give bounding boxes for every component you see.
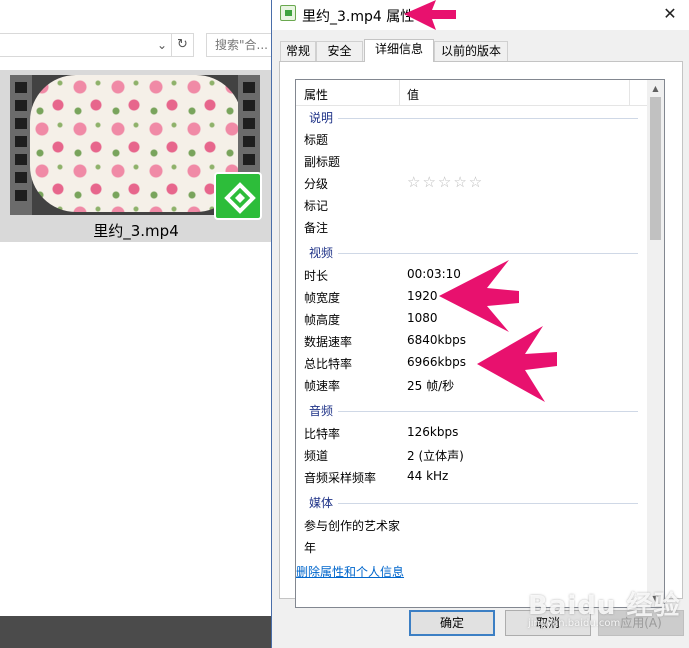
property-name: 备注 — [304, 221, 329, 235]
taskbar-strip — [0, 616, 272, 648]
property-name: 帧速率 — [304, 379, 341, 393]
property-name: 音频采样频率 — [304, 471, 377, 485]
property-row[interactable]: 比特率 126kbps — [296, 422, 648, 444]
column-header-value[interactable]: 值 — [407, 86, 419, 103]
scroll-up-arrow-icon[interactable]: ▲ — [647, 80, 664, 97]
property-name: 频道 — [304, 449, 329, 463]
property-row[interactable]: 总比特率 6966kbps — [296, 352, 648, 374]
rating-stars[interactable]: ☆☆☆☆☆ — [407, 173, 484, 191]
ok-button[interactable]: 确定 — [409, 610, 495, 636]
column-divider[interactable] — [399, 80, 400, 106]
property-value: 25 帧/秒 — [407, 379, 455, 393]
annotation-arrow-bitrate — [477, 326, 557, 402]
list-header: 属性 值 — [296, 80, 648, 106]
film-strip-left — [10, 75, 32, 215]
property-row[interactable]: 音频采样频率 44 kHz — [296, 466, 648, 488]
dialog-titlebar[interactable]: 里约_3.mp4 属性 ✕ — [272, 0, 689, 30]
group-label: 视频 — [309, 246, 334, 260]
group-header-description: 说明 — [296, 106, 648, 128]
property-name: 分级 — [304, 177, 329, 191]
group-divider — [338, 253, 638, 254]
tab-details[interactable]: 详细信息 — [364, 39, 434, 62]
column-divider[interactable] — [629, 80, 630, 106]
file-item-selected[interactable]: 里约_3.mp4 — [0, 70, 272, 242]
property-row[interactable]: 分级 ☆☆☆☆☆ — [296, 172, 648, 194]
property-value: 6840kbps — [407, 333, 466, 347]
property-name: 数据速率 — [304, 335, 353, 349]
property-name: 参与创作的艺术家 — [304, 519, 401, 533]
group-label: 媒体 — [309, 496, 334, 510]
property-value: 1080 — [407, 311, 438, 325]
property-name: 副标题 — [304, 155, 341, 169]
group-header-audio: 音频 — [296, 399, 648, 421]
group-divider — [338, 118, 638, 119]
property-name: 标题 — [304, 133, 329, 147]
dialog-title: 里约_3.mp4 属性 — [302, 9, 415, 25]
refresh-button[interactable]: ↻ — [172, 33, 194, 57]
property-value: 126kbps — [407, 425, 459, 439]
group-divider — [338, 411, 638, 412]
remove-properties-link[interactable]: 删除属性和个人信息 — [296, 563, 404, 580]
property-name: 年 — [304, 541, 317, 555]
property-row[interactable]: 帧速率 25 帧/秒 — [296, 374, 648, 396]
watermark-logo: Baidu 经验 jingyan.baidu.com — [528, 591, 681, 629]
property-row[interactable]: 副标题 — [296, 150, 648, 172]
vertical-scrollbar[interactable]: ▲ ▼ — [647, 80, 664, 607]
property-row[interactable]: 参与创作的艺术家 — [296, 514, 648, 536]
column-header-property[interactable]: 属性 — [304, 86, 328, 103]
group-label: 说明 — [309, 111, 334, 125]
property-row[interactable]: 年 — [296, 536, 648, 558]
property-value: 2 (立体声) — [407, 449, 464, 463]
property-row[interactable]: 备注 — [296, 216, 648, 238]
tab-previous-versions[interactable]: 以前的版本 — [434, 41, 508, 61]
chevron-down-icon[interactable]: ⌄ — [157, 38, 167, 52]
property-value: 44 kHz — [407, 469, 449, 483]
video-file-icon — [280, 5, 296, 21]
file-explorer-window: ⌄ ↻ 搜索"合... 里约_3.mp4 — [0, 0, 272, 648]
property-value: 6966kbps — [407, 355, 466, 369]
property-row[interactable]: 标记 — [296, 194, 648, 216]
property-name: 帧宽度 — [304, 291, 341, 305]
video-app-badge-icon — [214, 172, 262, 220]
group-label: 音频 — [309, 404, 334, 418]
scrollbar-thumb[interactable] — [650, 97, 661, 240]
property-name: 总比特率 — [304, 357, 353, 371]
property-row[interactable]: 频道 2 (立体声) — [296, 444, 648, 466]
property-row[interactable]: 标题 — [296, 128, 648, 150]
property-value: 1920 — [407, 289, 438, 303]
address-bar[interactable]: ⌄ — [0, 33, 172, 57]
annotation-arrow-title — [404, 0, 456, 30]
property-name: 标记 — [304, 199, 329, 213]
property-name: 比特率 — [304, 427, 341, 441]
close-button[interactable]: ✕ — [660, 4, 680, 23]
annotation-arrow-width — [439, 260, 519, 332]
group-header-media: 媒体 — [296, 491, 648, 513]
file-name-label: 里约_3.mp4 — [93, 222, 179, 240]
tab-general[interactable]: 常规 — [280, 41, 316, 61]
floral-image — [30, 75, 242, 212]
property-name: 帧高度 — [304, 313, 341, 327]
group-divider — [338, 503, 638, 504]
tab-security[interactable]: 安全 — [316, 41, 363, 61]
property-name: 时长 — [304, 269, 329, 283]
search-input[interactable]: 搜索"合... — [206, 33, 272, 57]
